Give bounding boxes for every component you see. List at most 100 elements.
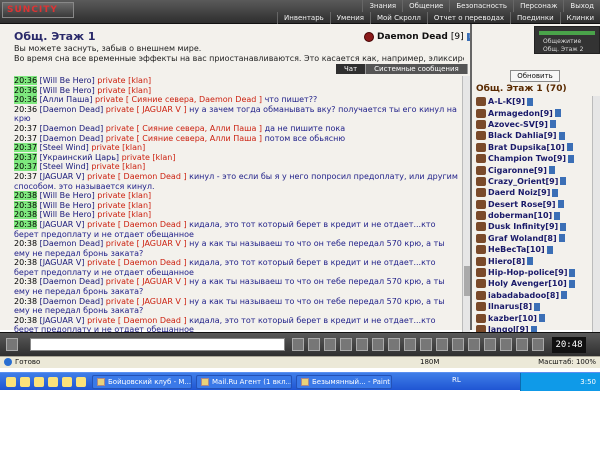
location-map[interactable]: Общежитие Общ. Этаж 2: [534, 26, 600, 54]
user-name[interactable]: Daerd Noiz[9]: [488, 188, 550, 197]
info-icon[interactable]: [538, 314, 545, 323]
user-list-item[interactable]: Black Dahlia[9]: [476, 130, 598, 141]
heal-icon[interactable]: [372, 338, 384, 351]
quicklaunch-app-icon[interactable]: [76, 377, 86, 387]
user-list-item[interactable]: Desert Rose[9]: [476, 199, 598, 210]
info-icon[interactable]: [557, 200, 564, 209]
menu-item-duels[interactable]: Поединки: [510, 12, 560, 24]
user-name[interactable]: Hiero[8]: [488, 257, 525, 266]
message-private-target[interactable]: private [klan]: [97, 191, 151, 200]
quicklaunch-desktop-icon[interactable]: [20, 377, 30, 387]
user-name[interactable]: Armagedon[9]: [488, 109, 553, 118]
user-name[interactable]: Dusk Infinity[9]: [488, 222, 558, 231]
message-private-target[interactable]: private [ Сияние севера, Алли Паша ]: [106, 134, 262, 143]
user-name[interactable]: Crazy_Orient[9]: [488, 177, 558, 186]
mail-icon[interactable]: [404, 338, 416, 351]
zoom-level[interactable]: Масштаб: 100%: [538, 358, 596, 366]
tray-clock[interactable]: 3:50: [580, 378, 596, 386]
menu-item-security[interactable]: Безопасность: [449, 0, 513, 12]
user-name[interactable]: Desert Rose[9]: [488, 200, 556, 209]
smile-icon[interactable]: [6, 338, 18, 351]
user-list-item[interactable]: Crazy_Orient[9]: [476, 176, 598, 187]
message-sender[interactable]: [JAGUAR V]: [40, 172, 85, 181]
user-list-item[interactable]: Hiero[8]: [476, 255, 598, 266]
user-name[interactable]: Graf Woland[8]: [488, 234, 557, 243]
message-private-target[interactable]: private [ Daemon Dead ]: [87, 258, 187, 267]
help-icon[interactable]: [532, 338, 544, 351]
message-private-target[interactable]: private [ JAGUAR V ]: [106, 239, 187, 248]
user-name[interactable]: iabadabadoo[8]: [488, 291, 559, 300]
user-list-item[interactable]: Holy Avenger[10]: [476, 278, 598, 289]
user-list-item[interactable]: Azovec-SV[9]: [476, 119, 598, 130]
quicklaunch-folder-icon[interactable]: [62, 377, 72, 387]
menu-item-skills[interactable]: Умения: [329, 12, 370, 24]
menu-item-character[interactable]: Персонаж: [513, 0, 563, 12]
menu-item-communication[interactable]: Общение: [402, 0, 449, 12]
info-icon[interactable]: [548, 166, 555, 175]
music-icon[interactable]: [500, 338, 512, 351]
user-list-item[interactable]: HeBecTa[10]: [476, 244, 598, 255]
sword-icon[interactable]: [468, 338, 480, 351]
message-private-target[interactable]: private [klan]: [91, 143, 145, 152]
message-private-target[interactable]: private [klan]: [122, 153, 176, 162]
walk-icon[interactable]: [356, 338, 368, 351]
message-sender[interactable]: [Daemon Dead]: [40, 134, 104, 143]
user-list-item[interactable]: Champion Two[9]: [476, 153, 598, 164]
message-private-target[interactable]: private [ JAGUAR V ]: [106, 277, 187, 286]
clear-icon[interactable]: [308, 338, 320, 351]
info-icon[interactable]: [527, 257, 534, 266]
chat-input[interactable]: [30, 338, 285, 351]
user-list-item[interactable]: Hip-Hop-police[9]: [476, 267, 598, 278]
user-list-item[interactable]: Brat Dupsika[10]: [476, 142, 598, 153]
book-icon[interactable]: [388, 338, 400, 351]
user-name[interactable]: Black Dahlia[9]: [488, 131, 557, 140]
bag-icon[interactable]: [484, 338, 496, 351]
message-sender[interactable]: [Steel Wind]: [40, 143, 89, 152]
menu-item-knowledge[interactable]: Знания: [362, 0, 402, 12]
user-name[interactable]: Champion Two[9]: [488, 154, 566, 163]
user-name[interactable]: Ilnarus[8]: [488, 302, 532, 311]
menu-item-transfer-report[interactable]: Отчет о переводах: [426, 12, 510, 24]
message-sender[interactable]: [Daemon Dead]: [40, 105, 104, 114]
info-icon[interactable]: [554, 109, 561, 118]
message-private-target[interactable]: private [ Сияние севера, Daemon Dead ]: [95, 95, 262, 104]
info-icon[interactable]: [552, 188, 559, 197]
message-sender[interactable]: [Daemon Dead]: [40, 124, 104, 133]
user-list-item[interactable]: iabadabadoo[8]: [476, 290, 598, 301]
lock-icon[interactable]: [516, 338, 528, 351]
info-icon[interactable]: [568, 154, 575, 163]
message-private-target[interactable]: private [klan]: [91, 162, 145, 171]
message-private-target[interactable]: private [klan]: [97, 201, 151, 210]
info-icon[interactable]: [569, 268, 576, 277]
message-sender[interactable]: [Will Be Hero]: [40, 86, 95, 95]
map-label-dormitory[interactable]: Общежитие: [543, 38, 581, 45]
message-private-target[interactable]: private [ JAGUAR V ]: [106, 297, 187, 306]
menu-item-inventory[interactable]: Инвентарь: [277, 12, 330, 24]
message-sender[interactable]: [Алли Паша]: [40, 95, 93, 104]
message-private-target[interactable]: private [klan]: [97, 210, 151, 219]
taskbar-item-mail-agent[interactable]: Mail.Ru Агент (1 вкл...: [196, 375, 292, 389]
info-icon[interactable]: [546, 245, 553, 254]
user-name[interactable]: Brat Dupsika[10]: [488, 143, 565, 152]
info-icon[interactable]: [549, 120, 556, 129]
user-list-item[interactable]: Graf Woland[8]: [476, 233, 598, 244]
user-list-item[interactable]: Ilnarus[8]: [476, 301, 598, 312]
map-label-floor-2[interactable]: Общ. Этаж 2: [543, 46, 583, 53]
quicklaunch-media-icon[interactable]: [48, 377, 58, 387]
info-icon[interactable]: [560, 177, 567, 186]
info-icon[interactable]: [554, 211, 561, 220]
message-sender[interactable]: [Will Be Hero]: [40, 201, 95, 210]
refresh-button[interactable]: Обновить: [510, 70, 560, 82]
message-private-target[interactable]: private [ Daemon Dead ]: [87, 172, 187, 181]
quicklaunch-mail-icon[interactable]: [34, 377, 44, 387]
info-icon[interactable]: [558, 131, 565, 140]
game-logo[interactable]: SUNCITY: [2, 2, 74, 18]
message-sender[interactable]: [JAGUAR V]: [40, 258, 85, 267]
user-name[interactable]: HeBecTa[10]: [488, 245, 545, 254]
settings-icon[interactable]: [420, 338, 432, 351]
menu-item-my-scroll[interactable]: Мой Скролл: [369, 12, 427, 24]
info-icon[interactable]: [560, 222, 567, 231]
info-icon[interactable]: [568, 279, 575, 288]
user-name[interactable]: Azovec-SV[9]: [488, 120, 548, 129]
user-list-item[interactable]: Dusk Infinity[9]: [476, 221, 598, 232]
